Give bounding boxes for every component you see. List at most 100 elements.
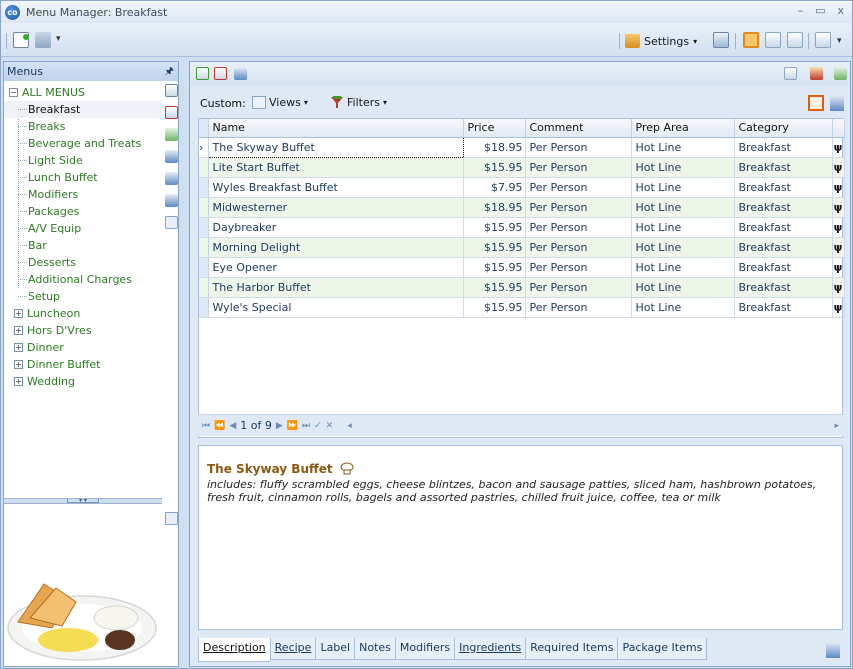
row-selector[interactable] bbox=[199, 237, 209, 258]
item-name-cell[interactable]: Midwesterner bbox=[208, 197, 464, 218]
tab-ingredients[interactable]: Ingredients bbox=[454, 638, 527, 660]
column-header-comment[interactable]: Comment bbox=[525, 119, 632, 138]
table-row[interactable]: Daybreaker $15.95 Per Person Hot Line Br… bbox=[199, 217, 845, 238]
tree-item[interactable]: Breaks bbox=[4, 118, 162, 135]
minimize-button[interactable]: – bbox=[798, 4, 804, 17]
settings-button[interactable]: Settings ▾ bbox=[625, 32, 697, 50]
expand-icon[interactable]: + bbox=[14, 343, 23, 352]
table-row[interactable]: Lite Start Buffet $15.95 Per Person Hot … bbox=[199, 157, 845, 178]
panel-splitter[interactable]: ▾ ▾ bbox=[4, 498, 162, 504]
item-category-cell[interactable]: Breakfast bbox=[734, 197, 833, 218]
item-comment-cell[interactable]: Per Person bbox=[525, 217, 632, 238]
views-button[interactable]: Views ▾ bbox=[252, 96, 308, 109]
column-header-price[interactable]: Price bbox=[463, 119, 526, 138]
column-header-name[interactable]: Name bbox=[208, 119, 464, 138]
save-check-icon[interactable]: ✓ bbox=[314, 421, 322, 431]
row-selector[interactable] bbox=[199, 297, 209, 318]
item-prep-cell[interactable]: Hot Line bbox=[631, 137, 735, 158]
tree-root[interactable]: − ALL MENUS bbox=[4, 84, 162, 101]
network-icon[interactable] bbox=[784, 67, 797, 80]
item-name-cell[interactable]: The Harbor Buffet bbox=[208, 277, 464, 298]
expand-icon[interactable]: + bbox=[14, 309, 23, 318]
tree-item[interactable]: Beverage and Treats bbox=[4, 135, 162, 152]
row-selector[interactable] bbox=[199, 277, 209, 298]
item-price-cell[interactable]: $15.95 bbox=[463, 217, 526, 238]
tab-notes[interactable]: Notes bbox=[354, 638, 396, 660]
item-name-cell[interactable]: The Skyway Buffet bbox=[207, 136, 464, 158]
move-left-icon[interactable] bbox=[165, 150, 178, 163]
tree-item[interactable]: Bar bbox=[4, 237, 162, 254]
item-prep-cell[interactable]: Hot Line bbox=[631, 237, 735, 258]
item-price-cell[interactable]: $15.95 bbox=[463, 237, 526, 258]
item-category-cell[interactable]: Breakfast bbox=[734, 157, 833, 178]
table-row[interactable]: The Harbor Buffet $15.95 Per Person Hot … bbox=[199, 277, 845, 298]
tree-item[interactable]: Additional Charges bbox=[4, 271, 162, 288]
first-record-icon[interactable]: ⏮ bbox=[202, 421, 210, 431]
recipe-icon[interactable] bbox=[810, 67, 823, 80]
pin-icon[interactable]: 🖈 bbox=[165, 64, 174, 81]
table-view-icon[interactable] bbox=[787, 32, 803, 48]
item-price-cell[interactable]: $18.95 bbox=[463, 137, 526, 158]
tree-item[interactable]: A/V Equip bbox=[4, 220, 162, 237]
tree-item[interactable]: Modifiers bbox=[4, 186, 162, 203]
item-price-cell[interactable]: $7.95 bbox=[463, 177, 526, 198]
item-comment-cell[interactable]: Per Person bbox=[525, 297, 632, 318]
row-selector[interactable]: › bbox=[199, 137, 209, 158]
item-price-cell[interactable]: $15.95 bbox=[463, 297, 526, 318]
scroll-left-icon[interactable]: ◂ bbox=[347, 421, 352, 431]
table-row[interactable]: Morning Delight $15.95 Per Person Hot Li… bbox=[199, 237, 845, 258]
item-comment-cell[interactable]: Per Person bbox=[525, 237, 632, 258]
row-selector[interactable] bbox=[199, 197, 209, 218]
next-record-icon[interactable]: ▶ bbox=[276, 421, 283, 431]
row-selector[interactable] bbox=[199, 177, 209, 198]
item-category-cell[interactable]: Breakfast bbox=[734, 237, 833, 258]
tab-label[interactable]: Label bbox=[315, 638, 356, 660]
item-prep-cell[interactable]: Hot Line bbox=[631, 177, 735, 198]
tree-group[interactable]: + Wedding bbox=[4, 373, 162, 390]
item-category-cell[interactable]: Breakfast bbox=[734, 177, 833, 198]
item-prep-cell[interactable]: Hot Line bbox=[631, 257, 735, 278]
item-prep-cell[interactable]: Hot Line bbox=[631, 157, 735, 178]
tree-group[interactable]: + Dinner bbox=[4, 339, 162, 356]
report-icon[interactable] bbox=[815, 32, 831, 48]
expand-icon[interactable]: + bbox=[14, 360, 23, 369]
table-row[interactable]: Wyle's Special $15.95 Per Person Hot Lin… bbox=[199, 297, 845, 318]
toolbar-overflow-icon[interactable]: ▾ bbox=[56, 34, 64, 50]
preview-icon[interactable] bbox=[165, 216, 178, 229]
item-prep-cell[interactable]: Hot Line bbox=[631, 297, 735, 318]
item-category-cell[interactable]: Breakfast bbox=[734, 257, 833, 278]
tab-required-items[interactable]: Required Items bbox=[525, 638, 619, 660]
collapse-icon[interactable]: − bbox=[9, 88, 18, 97]
previous-record-icon[interactable]: ◀ bbox=[229, 421, 236, 431]
list-view-icon[interactable] bbox=[765, 32, 781, 48]
item-name-cell[interactable]: Morning Delight bbox=[208, 237, 464, 258]
tools-icon[interactable] bbox=[35, 32, 51, 48]
add-menu-icon[interactable] bbox=[165, 84, 178, 97]
comments-icon[interactable] bbox=[834, 67, 847, 80]
move-up-icon[interactable] bbox=[165, 172, 178, 185]
item-category-cell[interactable]: Breakfast bbox=[734, 277, 833, 298]
item-name-cell[interactable]: Wyles Breakfast Buffet bbox=[208, 177, 464, 198]
row-selector[interactable] bbox=[199, 157, 209, 178]
item-price-cell[interactable]: $15.95 bbox=[463, 157, 526, 178]
maximize-button[interactable]: ▭ bbox=[815, 4, 825, 17]
toolbar-overflow-icon[interactable]: ▾ bbox=[837, 36, 845, 52]
item-comment-cell[interactable]: Per Person bbox=[525, 277, 632, 298]
item-name-cell[interactable]: Daybreaker bbox=[208, 217, 464, 238]
column-header-prep-area[interactable]: Prep Area bbox=[631, 119, 735, 138]
tree-item[interactable]: Breakfast bbox=[4, 101, 162, 118]
item-name-cell[interactable]: Wyle's Special bbox=[208, 297, 464, 318]
table-row[interactable]: Eye Opener $15.95 Per Person Hot Line Br… bbox=[199, 257, 845, 278]
tab-recipe[interactable]: Recipe bbox=[269, 638, 317, 660]
previous-page-icon[interactable]: ⏪ bbox=[214, 421, 225, 431]
sort-icon[interactable] bbox=[165, 128, 178, 141]
item-prep-cell[interactable]: Hot Line bbox=[631, 277, 735, 298]
item-prep-cell[interactable]: Hot Line bbox=[631, 217, 735, 238]
scroll-right-icon[interactable]: ▸ bbox=[834, 421, 839, 431]
filters-button[interactable]: Filters ▾ bbox=[330, 96, 387, 109]
next-page-icon[interactable]: ⏩ bbox=[287, 421, 298, 431]
item-prep-cell[interactable]: Hot Line bbox=[631, 197, 735, 218]
item-comment-cell[interactable]: Per Person bbox=[525, 157, 632, 178]
tree-item[interactable]: Light Side bbox=[4, 152, 162, 169]
item-structure-icon[interactable] bbox=[234, 67, 247, 80]
